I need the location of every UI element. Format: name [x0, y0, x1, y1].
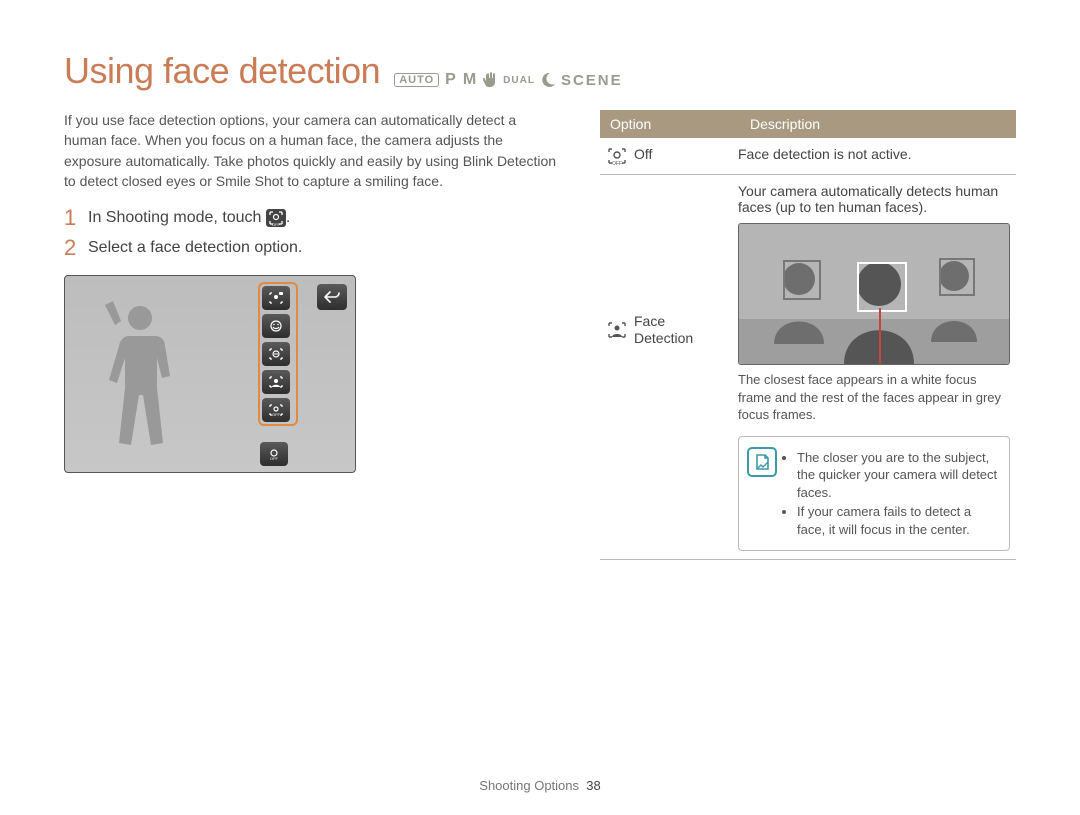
note-item: If your camera fails to detect a face, i… [797, 503, 999, 538]
table-header: Option Description [600, 110, 1016, 138]
grey-focus-frame [939, 258, 975, 296]
back-arrow-icon [323, 290, 341, 304]
mode-dual: DUAL [503, 75, 535, 86]
svg-text:OFF: OFF [270, 456, 279, 461]
child-silhouette [95, 296, 185, 456]
note-item: The closer you are to the subject, the q… [797, 449, 999, 502]
step-text: In Shooting mode, touch OFF. [88, 209, 290, 227]
callout-line [879, 308, 881, 364]
hand-icon [483, 72, 497, 88]
option-label: Face Detection [634, 313, 693, 347]
face-detect-icon [606, 320, 628, 340]
mode-p: P [445, 71, 457, 89]
svg-text:OFF: OFF [272, 222, 281, 227]
page-title: Using face detection [64, 50, 380, 92]
note-box: The closer you are to the subject, the q… [738, 436, 1010, 552]
back-button[interactable] [317, 284, 347, 310]
step-1: 1 In Shooting mode, touch OFF. [64, 205, 560, 231]
option-label: Off [634, 146, 652, 162]
note-list: The closer you are to the subject, the q… [783, 449, 999, 539]
sample-caption: The closest face appears in a white focu… [738, 371, 1010, 424]
step-text: Select a face detection option. [88, 239, 302, 257]
camera-screen-mockup: OFF OFF [64, 275, 356, 473]
mode-strip: AUTO P M DUAL SCENE [394, 71, 622, 89]
mode-scene: SCENE [561, 72, 623, 89]
table-row: OFF Off Face detection is not active. [600, 138, 1016, 175]
moon-icon [541, 73, 555, 87]
sample-photo [738, 223, 1010, 365]
intro-paragraph: If you use face detection options, your … [64, 110, 560, 191]
face-off-icon: OFF [266, 209, 286, 227]
header-option: Option [600, 110, 740, 138]
svg-text:OFF: OFF [272, 412, 281, 417]
option-extra-off-icon[interactable]: OFF [260, 442, 288, 466]
footer-page-number: 38 [586, 778, 600, 793]
extra-option-icon: OFF [260, 442, 288, 466]
right-column: Option Description OFF Off Face detectio… [600, 110, 1016, 560]
step-number: 1 [64, 205, 78, 231]
steps-list: 1 In Shooting mode, touch OFF. 2 Select … [64, 205, 560, 261]
option-face-off-icon[interactable]: OFF [262, 398, 290, 422]
page-footer: Shooting Options 38 [0, 778, 1080, 793]
option-self-portrait-icon[interactable] [262, 286, 290, 310]
white-focus-frame [857, 262, 907, 312]
footer-section: Shooting Options [479, 778, 579, 793]
step-2: 2 Select a face detection option. [64, 235, 560, 261]
face-off-icon: OFF [606, 146, 628, 166]
grey-focus-frame [783, 260, 821, 300]
manual-page: Using face detection AUTO P M DUAL SCENE… [0, 0, 1080, 815]
header-description: Description [740, 110, 1016, 138]
options-table: Option Description OFF Off Face detectio… [600, 110, 1016, 560]
option-blink-icon[interactable] [262, 342, 290, 366]
title-row: Using face detection AUTO P M DUAL SCENE [64, 50, 1016, 92]
option-face-detect-icon[interactable] [262, 370, 290, 394]
table-row: Face Detection Your camera automatically… [600, 175, 1016, 560]
mode-m: M [463, 71, 477, 89]
option-smile-icon[interactable] [262, 314, 290, 338]
mode-auto-badge: AUTO [394, 73, 439, 87]
svg-text:OFF: OFF [612, 161, 622, 166]
face-detection-options-column: OFF [258, 282, 298, 426]
note-icon [747, 447, 777, 477]
step-number: 2 [64, 235, 78, 261]
option-description: Your camera automatically detects human … [738, 183, 1010, 215]
option-description: Face detection is not active. [732, 146, 1016, 166]
left-column: If you use face detection options, your … [64, 110, 560, 560]
